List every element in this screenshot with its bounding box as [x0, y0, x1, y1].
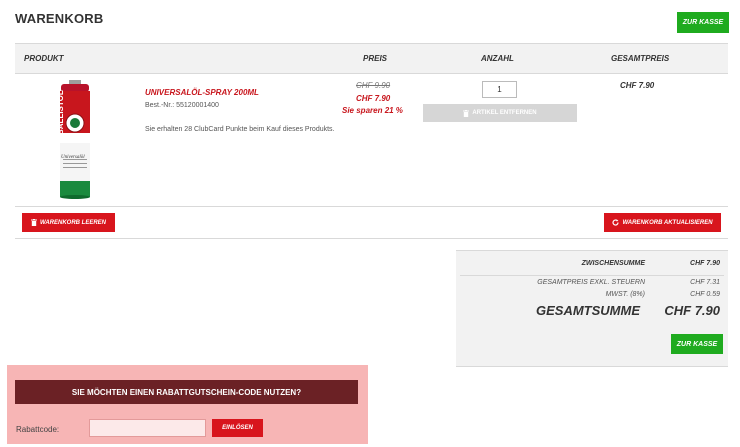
- subtotal-label: ZWISCHENSUMME: [581, 260, 645, 267]
- price-old: CHF 9.90: [356, 81, 391, 90]
- redeem-coupon-button[interactable]: EINLÖSEN: [212, 419, 263, 437]
- column-header-total: GESAMTPREIS: [611, 54, 670, 63]
- product-clubcard-note: Sie erhalten 28 ClubCard Punkte beim Kau…: [145, 126, 335, 133]
- tax-value: CHF 0.59: [690, 291, 720, 298]
- price-new: CHF 7.90: [356, 94, 391, 103]
- checkout-button-top[interactable]: ZUR KASSE: [677, 12, 729, 33]
- coupon-code-input[interactable]: [89, 419, 206, 437]
- trash-icon: [463, 109, 470, 117]
- net-label: GESAMTPREIS EXKL. STEUERN: [537, 279, 645, 286]
- coupon-title[interactable]: SIE MÖCHTEN EINEN RABATTGUTSCHEIN-CODE N…: [15, 380, 358, 404]
- column-header-price: PREIS: [363, 54, 388, 63]
- coupon-panel: SIE MÖCHTEN EINEN RABATTGUTSCHEIN-CODE N…: [7, 365, 368, 444]
- product-image-brand-text: BALLISTOL: [56, 90, 65, 135]
- product-sku: Best.-Nr.: 55120001400: [145, 102, 219, 109]
- remove-item-label: ARTIKEL ENTFERNEN: [472, 110, 537, 116]
- empty-cart-label: WARENKORB LEEREN: [39, 219, 106, 226]
- price-saving: Sie sparen 21 %: [342, 106, 403, 115]
- update-cart-button[interactable]: WARENKORB AKTUALISIEREN: [604, 213, 721, 232]
- summary-divider: [460, 275, 724, 276]
- column-header-product: PRODUKT: [24, 54, 64, 63]
- empty-cart-button[interactable]: WARENKORB LEEREN: [22, 213, 115, 232]
- refresh-icon: [612, 219, 620, 226]
- grand-total-label: GESAMTSUMME: [536, 303, 640, 318]
- page-title: WARENKORB: [15, 11, 104, 26]
- product-image-subtext: Universalöl: [61, 155, 85, 160]
- grand-total-value: CHF 7.90: [664, 303, 720, 318]
- update-cart-label: WARENKORB AKTUALISIEREN: [622, 219, 713, 226]
- row-total: CHF 7.90: [620, 81, 655, 90]
- checkout-button-bottom[interactable]: ZUR KASSE: [671, 334, 723, 354]
- remove-item-button[interactable]: ARTIKEL ENTFERNEN: [423, 104, 577, 122]
- divider: [15, 238, 728, 239]
- tax-label: MWST. (8%): [605, 291, 645, 298]
- quantity-input[interactable]: 1: [482, 81, 517, 98]
- divider: [15, 206, 728, 207]
- coupon-label: Rabattcode:: [16, 425, 60, 434]
- subtotal-value: CHF 7.90: [690, 260, 720, 267]
- column-header-quantity: ANZAHL: [481, 54, 514, 63]
- product-name-link[interactable]: UNIVERSALÖL-SPRAY 200ML: [145, 88, 259, 97]
- cart-table-header: PRODUKT PREIS ANZAHL GESAMTPREIS: [15, 43, 728, 74]
- net-value: CHF 7.31: [690, 279, 720, 286]
- trash-icon: [30, 219, 37, 226]
